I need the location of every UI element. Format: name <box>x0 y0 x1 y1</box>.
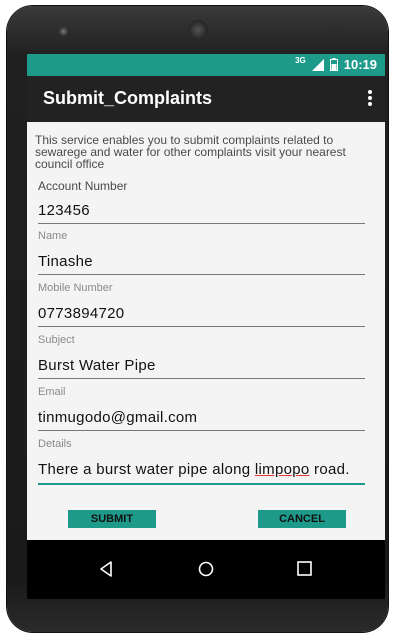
account-number-field[interactable]: 123456 <box>38 202 365 224</box>
signal-icon <box>311 58 324 71</box>
screen: 3G 10:19 Submit_Complaints This service … <box>27 54 385 599</box>
submit-button[interactable]: SUBMIT <box>68 510 156 528</box>
email-field[interactable]: tinmugodo@gmail.com <box>38 409 365 431</box>
recents-icon[interactable] <box>297 561 312 576</box>
subject-field[interactable]: Burst Water Pipe <box>38 357 365 379</box>
earpiece-speaker <box>188 20 208 40</box>
complaint-form: This service enables you to submit compl… <box>27 122 385 540</box>
battery-icon <box>329 58 338 71</box>
name-label: Name <box>38 230 68 242</box>
navigation-bar <box>27 540 385 599</box>
proximity-sensor <box>327 28 349 34</box>
account-number-label: Account Number <box>38 179 128 193</box>
app-title: Submit_Complaints <box>43 88 213 108</box>
front-camera <box>59 27 68 36</box>
mobile-number-field[interactable]: 0773894720 <box>38 305 365 327</box>
intro-text: This service enables you to submit compl… <box>35 133 346 171</box>
details-label: Details <box>38 438 72 450</box>
back-icon[interactable] <box>99 561 113 577</box>
details-field[interactable]: There a burst water pipe along limpopo r… <box>38 461 365 485</box>
email-label: Email <box>38 386 66 398</box>
subject-label: Subject <box>38 334 75 346</box>
app-bar: Submit_Complaints <box>27 76 385 122</box>
cancel-button[interactable]: CANCEL <box>258 510 346 528</box>
overflow-menu-icon[interactable] <box>367 88 373 110</box>
details-text-end: road. <box>309 461 350 478</box>
misspelled-word[interactable]: limpopo <box>255 461 310 478</box>
clock: 10:19 <box>343 57 377 72</box>
phone-frame: 3G 10:19 Submit_Complaints This service … <box>7 6 388 632</box>
name-field[interactable]: Tinashe <box>38 253 365 275</box>
details-text-start: There a burst water pipe along <box>38 461 255 478</box>
status-bar: 3G 10:19 <box>27 54 385 76</box>
mobile-number-label: Mobile Number <box>38 282 113 294</box>
home-icon[interactable] <box>198 561 214 577</box>
network-type: 3G <box>295 56 306 65</box>
